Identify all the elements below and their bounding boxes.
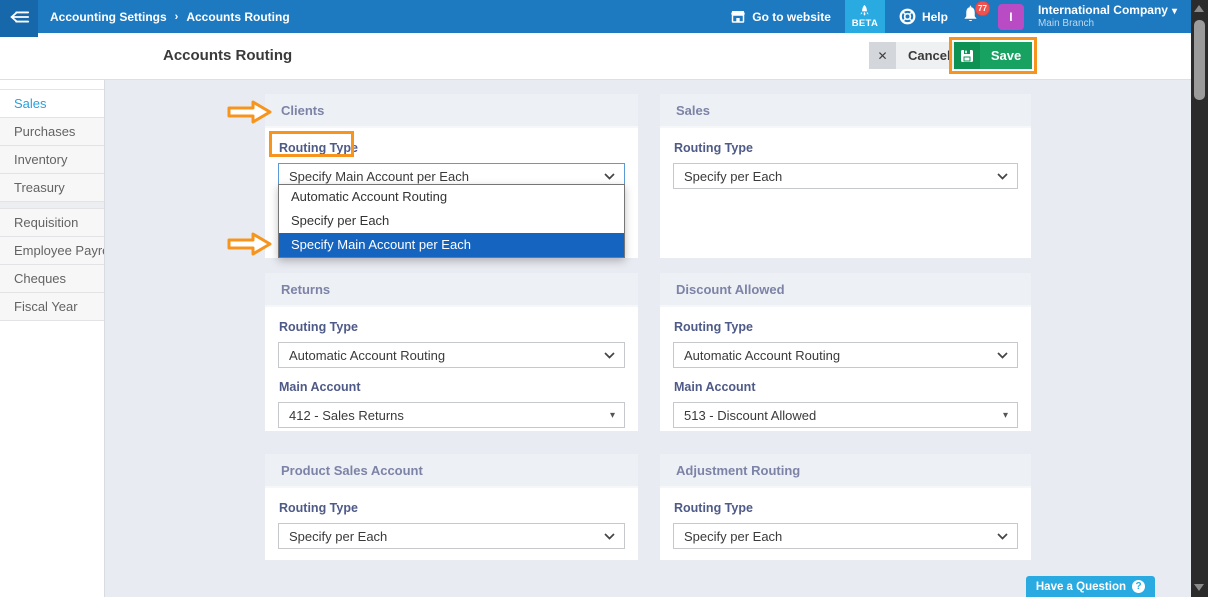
panel-returns: Returns Routing Type Automatic Account R… <box>265 273 638 431</box>
website-store-icon <box>730 10 746 23</box>
sidebar-item-sales[interactable]: Sales <box>0 90 104 118</box>
settings-sidebar: Sales Purchases Inventory Treasury Requi… <box>0 80 105 597</box>
chevron-down-icon <box>604 173 615 180</box>
caret-down-icon: ▾ <box>1003 410 1008 421</box>
adjustment-routing-type-value: Specify per Each <box>684 529 782 544</box>
save-annotation-rectangle: Save <box>949 37 1037 74</box>
discount-main-account-select[interactable]: 513 - Discount Allowed ▾ <box>673 402 1018 428</box>
rocket-icon <box>859 5 870 17</box>
page-header: Accounts Routing ✕ Cancel Save <box>0 33 1191 80</box>
dropdown-option-specify-per-each[interactable]: Specify per Each <box>279 209 624 233</box>
company-name: International Company▾ <box>1038 3 1177 18</box>
breadcrumb-separator: › <box>175 11 179 23</box>
page-title: Accounts Routing <box>163 47 292 64</box>
chevron-down-icon <box>604 533 615 540</box>
help-button[interactable]: Help <box>899 8 948 25</box>
panel-sales: Sales Routing Type Specify per Each <box>660 94 1031 258</box>
returns-routing-type-value: Automatic Account Routing <box>289 348 445 363</box>
go-to-website-label: Go to website <box>752 10 831 24</box>
back-arrow-icon <box>8 9 30 25</box>
product-sales-routing-type-value: Specify per Each <box>289 529 387 544</box>
sidebar-group-gap <box>0 202 104 209</box>
panel-discount-allowed: Discount Allowed Routing Type Automatic … <box>660 273 1031 431</box>
help-lifering-icon <box>899 8 916 25</box>
discount-main-account-label: Main Account <box>674 380 1018 394</box>
beta-badge[interactable]: BETA <box>845 0 885 33</box>
sales-routing-type-value: Specify per Each <box>684 169 782 184</box>
adjustment-routing-type-label: Routing Type <box>674 501 1018 515</box>
sidebar-item-inventory[interactable]: Inventory <box>0 146 104 174</box>
product-sales-routing-type-select[interactable]: Specify per Each <box>278 523 625 549</box>
panel-returns-title: Returns <box>265 273 638 307</box>
returns-routing-type-label: Routing Type <box>279 320 625 334</box>
dropdown-option-specify-main-account[interactable]: Specify Main Account per Each <box>279 233 624 257</box>
chevron-down-icon <box>997 173 1008 180</box>
collapse-menu-button[interactable] <box>0 0 38 37</box>
company-switcher[interactable]: International Company▾ Main Branch <box>1038 3 1183 30</box>
sales-routing-type-label: Routing Type <box>674 141 1018 155</box>
sidebar-item-treasury[interactable]: Treasury <box>0 174 104 202</box>
returns-main-account-value: 412 - Sales Returns <box>289 408 404 423</box>
panel-product-sales-account: Product Sales Account Routing Type Speci… <box>265 454 638 560</box>
clients-routing-type-value: Specify Main Account per Each <box>289 169 469 184</box>
scrollbar-down-arrow-icon[interactable] <box>1194 584 1204 591</box>
company-avatar[interactable]: I <box>998 4 1024 30</box>
sidebar-item-cheques[interactable]: Cheques <box>0 265 104 293</box>
chevron-down-icon: ▾ <box>1172 6 1177 17</box>
panel-clients-title: Clients <box>265 94 638 128</box>
sidebar-item-purchases[interactable]: Purchases <box>0 118 104 146</box>
help-label: Help <box>922 10 948 24</box>
discount-routing-type-value: Automatic Account Routing <box>684 348 840 363</box>
adjustment-routing-type-select[interactable]: Specify per Each <box>673 523 1018 549</box>
clients-routing-type-label: Routing Type <box>279 141 625 155</box>
panel-product-sales-title: Product Sales Account <box>265 454 638 488</box>
panel-discount-allowed-title: Discount Allowed <box>660 273 1031 307</box>
company-branch: Main Branch <box>1038 18 1177 30</box>
breadcrumb-accounting-settings[interactable]: Accounting Settings <box>50 10 167 24</box>
chevron-down-icon <box>604 352 615 359</box>
breadcrumb-accounts-routing: Accounts Routing <box>186 10 289 24</box>
returns-main-account-label: Main Account <box>279 380 625 394</box>
sidebar-item-employee-payroll[interactable]: Employee Payroll <box>0 237 104 265</box>
caret-down-icon: ▾ <box>610 410 615 421</box>
scrollbar-up-arrow-icon[interactable] <box>1194 5 1204 12</box>
go-to-website-link[interactable]: Go to website <box>730 10 831 24</box>
sidebar-item-fiscal-year[interactable]: Fiscal Year <box>0 293 104 321</box>
panel-clients: Clients Routing Type Specify Main Accoun… <box>265 94 638 258</box>
topbar-right-cluster: Go to website BETA <box>730 0 1191 33</box>
save-button-label: Save <box>980 42 1032 69</box>
notification-count-badge: 77 <box>975 1 990 16</box>
discount-main-account-value: 513 - Discount Allowed <box>684 408 816 423</box>
chevron-down-icon <box>997 533 1008 540</box>
discount-routing-type-label: Routing Type <box>674 320 1018 334</box>
returns-routing-type-select[interactable]: Automatic Account Routing <box>278 342 625 368</box>
returns-main-account-select[interactable]: 412 - Sales Returns ▾ <box>278 402 625 428</box>
discount-routing-type-select[interactable]: Automatic Account Routing <box>673 342 1018 368</box>
breadcrumb: Accounting Settings › Accounts Routing <box>50 10 290 24</box>
product-sales-routing-type-label: Routing Type <box>279 501 625 515</box>
save-floppy-icon <box>954 42 980 69</box>
content-area: Sales Purchases Inventory Treasury Requi… <box>0 80 1191 597</box>
topbar: Accounting Settings › Accounts Routing G… <box>0 0 1191 33</box>
close-icon: ✕ <box>869 42 896 69</box>
have-a-question-label: Have a Question <box>1036 581 1126 593</box>
vertical-scrollbar[interactable] <box>1191 0 1208 597</box>
notifications-button[interactable]: 77 <box>962 5 984 29</box>
clients-routing-type-dropdown: Automatic Account Routing Specify per Ea… <box>278 184 625 258</box>
sidebar-list: Sales Purchases Inventory Treasury Requi… <box>0 89 104 321</box>
sales-routing-type-select[interactable]: Specify per Each <box>673 163 1018 189</box>
question-mark-icon: ? <box>1132 580 1145 593</box>
save-button[interactable]: Save <box>954 42 1032 69</box>
scrollbar-thumb[interactable] <box>1194 20 1205 100</box>
panel-adjustment-routing: Adjustment Routing Routing Type Specify … <box>660 454 1031 560</box>
dropdown-option-automatic[interactable]: Automatic Account Routing <box>279 185 624 209</box>
panel-sales-title: Sales <box>660 94 1031 128</box>
have-a-question-button[interactable]: Have a Question ? <box>1026 576 1155 597</box>
sidebar-item-requisition[interactable]: Requisition <box>0 209 104 237</box>
panel-adjustment-routing-title: Adjustment Routing <box>660 454 1031 488</box>
chevron-down-icon <box>997 352 1008 359</box>
app-window: Accounting Settings › Accounts Routing G… <box>0 0 1208 597</box>
beta-label: BETA <box>852 18 878 29</box>
